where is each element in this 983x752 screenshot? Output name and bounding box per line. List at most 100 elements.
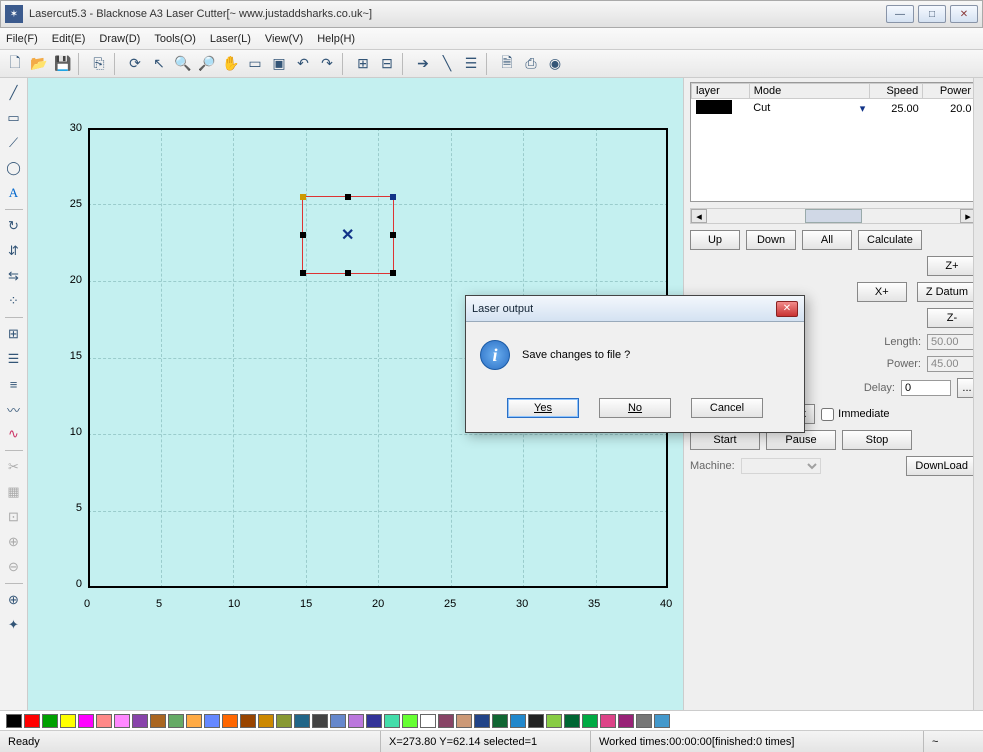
handle-tr[interactable] [390, 194, 396, 200]
select-area-icon[interactable]: ▭ [244, 53, 266, 75]
menu-help[interactable]: Help(H) [317, 33, 355, 45]
color-swatch[interactable] [474, 714, 490, 728]
color-swatch[interactable] [312, 714, 328, 728]
pan-icon[interactable]: ✋ [220, 53, 242, 75]
color-swatch[interactable] [546, 714, 562, 728]
rotate-tool-icon[interactable]: ↻ [3, 215, 25, 237]
up-button[interactable]: Up [690, 230, 740, 250]
color-swatch[interactable] [240, 714, 256, 728]
cut-tool-icon[interactable]: ✂ [3, 456, 25, 478]
z-minus-button[interactable]: Z- [927, 308, 977, 328]
array-tool-icon[interactable]: ⊞ [3, 323, 25, 345]
color-swatch[interactable] [222, 714, 238, 728]
delay-field[interactable] [901, 380, 951, 396]
weld-tool-icon[interactable]: ⊕ [3, 531, 25, 553]
color-swatch[interactable] [600, 714, 616, 728]
align-tool-icon[interactable]: ≡ [3, 373, 25, 395]
align-icon[interactable]: ⊞ [352, 53, 374, 75]
color-swatch[interactable] [528, 714, 544, 728]
handle-tl[interactable] [300, 194, 306, 200]
nodes-tool-icon[interactable]: ⁘ [3, 290, 25, 312]
zoom-in-icon[interactable]: 🔍 [172, 53, 194, 75]
menu-tools[interactable]: Tools(O) [154, 33, 196, 45]
mirror-h-icon[interactable]: ⇆ [3, 265, 25, 287]
fit-icon[interactable]: ▣ [268, 53, 290, 75]
color-swatch[interactable] [438, 714, 454, 728]
dialog-cancel-button[interactable]: Cancel [691, 398, 763, 418]
engrave-tool-icon[interactable]: ▦ [3, 481, 25, 503]
zoom-out-icon[interactable]: 🔎 [196, 53, 218, 75]
group-tool-icon[interactable]: ☰ [3, 348, 25, 370]
arrow-icon[interactable]: ➔ [412, 53, 434, 75]
center-tool-icon[interactable]: ⊕ [3, 589, 25, 611]
dialog-titlebar[interactable]: Laser output ✕ [466, 296, 804, 322]
measure-icon[interactable]: ╲ [436, 53, 458, 75]
z-datum-button[interactable]: Z Datum [917, 282, 977, 302]
color-swatch[interactable] [366, 714, 382, 728]
origin-tool-icon[interactable]: ✦ [3, 614, 25, 636]
color-swatch[interactable] [132, 714, 148, 728]
dialog-yes-button[interactable]: Yes [507, 398, 579, 418]
z-plus-button[interactable]: Z+ [927, 256, 977, 276]
color-swatch[interactable] [6, 714, 22, 728]
menu-view[interactable]: View(V) [265, 33, 303, 45]
panel-scrollbar[interactable] [973, 78, 983, 710]
color-swatch[interactable] [78, 714, 94, 728]
download-button[interactable]: DownLoad [906, 456, 977, 476]
stop-button[interactable]: Stop [842, 430, 912, 450]
x-plus-button[interactable]: X+ [857, 282, 907, 302]
undo-icon[interactable]: ↶ [292, 53, 314, 75]
pointer-icon[interactable]: ↖ [148, 53, 170, 75]
all-button[interactable]: All [802, 230, 852, 250]
color-swatch[interactable] [42, 714, 58, 728]
color-swatch[interactable] [456, 714, 472, 728]
line-tool-icon[interactable]: ╱ [3, 82, 25, 104]
grid-icon[interactable]: ⊟ [376, 53, 398, 75]
immediate-checkbox[interactable] [821, 408, 834, 421]
handle-bm[interactable] [345, 270, 351, 276]
handle-bl[interactable] [300, 270, 306, 276]
color-swatch[interactable] [330, 714, 346, 728]
color-swatch[interactable] [384, 714, 400, 728]
color-swatch[interactable] [582, 714, 598, 728]
layer-table[interactable]: layer Mode Speed Power Cut ▾ 25.00 20.0 [690, 82, 977, 202]
path-tool-icon[interactable]: ⊖ [3, 556, 25, 578]
laser-icon[interactable]: ◉ [544, 53, 566, 75]
scroll-thumb[interactable] [805, 209, 862, 223]
minimize-button[interactable]: — [886, 5, 914, 23]
layer-scrollbar[interactable]: ◂ ▸ [690, 208, 977, 224]
color-swatch[interactable] [618, 714, 634, 728]
color-swatch[interactable] [276, 714, 292, 728]
pause-button[interactable]: Pause [766, 430, 836, 450]
menu-file[interactable]: File(F) [6, 33, 38, 45]
menu-draw[interactable]: Draw(D) [99, 33, 140, 45]
menu-edit[interactable]: Edit(E) [52, 33, 86, 45]
refresh-icon[interactable]: ⟳ [124, 53, 146, 75]
wave-tool-icon[interactable]: ∿ [3, 423, 25, 445]
color-swatch[interactable] [204, 714, 220, 728]
handle-br[interactable] [390, 270, 396, 276]
start-button[interactable]: Start [690, 430, 760, 450]
color-swatch[interactable] [150, 714, 166, 728]
open-icon[interactable]: 📂 [28, 53, 50, 75]
save-icon[interactable]: 💾 [52, 53, 74, 75]
rect-tool-icon[interactable]: ▭ [3, 107, 25, 129]
dialog-no-button[interactable]: No [599, 398, 671, 418]
output-icon[interactable]: ⎙ [520, 53, 542, 75]
ellipse-tool-icon[interactable]: ◯ [3, 157, 25, 179]
color-swatch[interactable] [348, 714, 364, 728]
new-icon[interactable]: 🗋 [4, 53, 26, 75]
down-button[interactable]: Down [746, 230, 796, 250]
offset-tool-icon[interactable]: ⊡ [3, 506, 25, 528]
color-swatch[interactable] [510, 714, 526, 728]
color-swatch[interactable] [564, 714, 580, 728]
color-swatch[interactable] [492, 714, 508, 728]
mirror-v-icon[interactable]: ⇵ [3, 240, 25, 262]
polyline-tool-icon[interactable]: ⟋ [3, 132, 25, 154]
color-swatch[interactable] [654, 714, 670, 728]
layer-row[interactable]: Cut ▾ 25.00 20.0 [692, 99, 976, 119]
color-swatch[interactable] [96, 714, 112, 728]
color-swatch[interactable] [24, 714, 40, 728]
close-button[interactable]: ✕ [950, 5, 978, 23]
color-swatch[interactable] [402, 714, 418, 728]
